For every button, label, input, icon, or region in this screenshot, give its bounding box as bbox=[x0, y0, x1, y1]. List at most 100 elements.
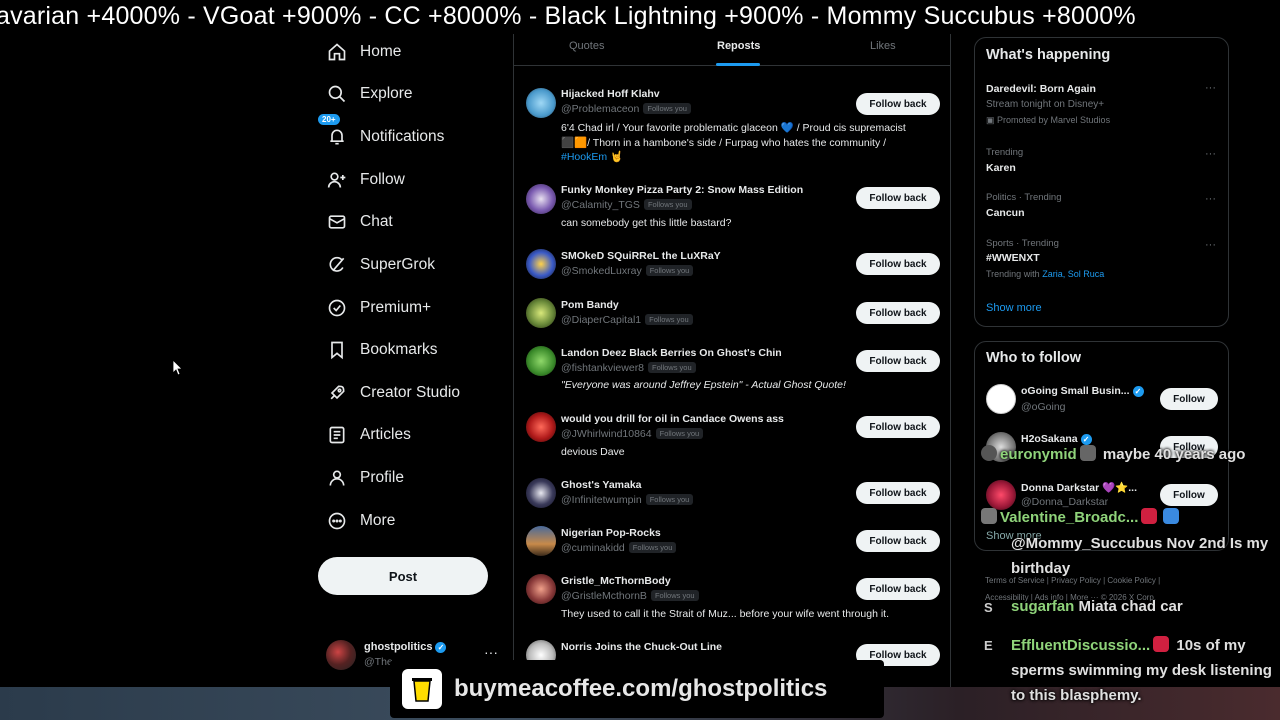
hashtag-link[interactable]: #HookEm bbox=[561, 151, 607, 163]
list-item[interactable]: Pom Bandy @DiaperCapital1 Follows you Fol… bbox=[514, 297, 950, 333]
chat-message: @Mommy_Succubus Nov 2nd Is my birthday bbox=[1011, 531, 1280, 581]
panel-title: What's happening bbox=[986, 47, 1111, 63]
follows-you-badge: Follows you bbox=[628, 542, 677, 553]
follow-back-button[interactable]: Follow back bbox=[856, 253, 940, 275]
user-name: SMOkeD SQuiRReL the LuXRaY bbox=[561, 250, 721, 262]
chat-avatar bbox=[981, 508, 997, 524]
follow-back-button[interactable]: Follow back bbox=[856, 187, 940, 209]
sidebar-item-bookmarks[interactable]: Bookmarks bbox=[318, 332, 438, 368]
user-name: would you drill for oil in Candace Owens… bbox=[561, 413, 784, 425]
follows-you-badge: Follows you bbox=[643, 103, 691, 114]
sidebar-item-profile[interactable]: Profile bbox=[318, 460, 404, 496]
follow-back-button[interactable]: Follow back bbox=[856, 578, 940, 600]
tab-quotes[interactable]: Quotes bbox=[569, 40, 604, 52]
follow-back-button[interactable]: Follow back bbox=[856, 302, 940, 324]
chat-badge-icon bbox=[1079, 445, 1096, 461]
sidebar-item-more[interactable]: More bbox=[318, 503, 395, 539]
more-dots-icon[interactable]: ··· bbox=[1205, 82, 1216, 94]
user-handle: @GristleMcthornB bbox=[561, 590, 647, 602]
more-dots-icon[interactable]: ··· bbox=[1205, 148, 1216, 160]
reposts-list: Quotes Reposts Likes Hijacked Hoff Klahv… bbox=[513, 34, 951, 687]
list-item[interactable]: Ghost's Yamaka @Infinitetwumpin Follows y… bbox=[514, 477, 950, 513]
avatar bbox=[526, 478, 556, 508]
follow-back-button[interactable]: Follow back bbox=[856, 482, 940, 504]
chat-username: euronymid bbox=[1000, 446, 1077, 463]
follow-button[interactable]: Follow bbox=[1160, 388, 1218, 410]
follows-you-badge: Follows you bbox=[650, 590, 699, 601]
chat-text: maybe 40 years ago bbox=[1098, 446, 1246, 463]
article-icon bbox=[324, 422, 350, 448]
sidebar-item-label: Notifications bbox=[360, 128, 445, 145]
follow-back-button[interactable]: Follow back bbox=[856, 350, 940, 372]
more-dots-icon[interactable]: ··· bbox=[1205, 239, 1216, 251]
sidebar-item-chat[interactable]: Chat bbox=[318, 204, 393, 240]
more-dots-icon[interactable]: ··· bbox=[1205, 193, 1216, 205]
more-dots-icon[interactable]: ··· bbox=[484, 644, 498, 660]
mouse-cursor-icon bbox=[173, 360, 183, 376]
avatar bbox=[526, 88, 556, 118]
trend-title[interactable]: Cancun bbox=[986, 207, 1025, 219]
sidebar-item-home[interactable]: Home bbox=[318, 34, 401, 70]
account-name: ghostpolitics bbox=[364, 641, 433, 653]
user-bio: 6'4 Chad irl / Your favorite problematic… bbox=[561, 122, 906, 163]
list-item[interactable]: Landon Deez Black Berries On Ghost's Chi… bbox=[514, 345, 950, 397]
user-bio: They used to call it the Strait of Muz..… bbox=[561, 608, 889, 620]
rocket-icon bbox=[324, 380, 350, 406]
avatar bbox=[526, 184, 556, 214]
tab-likes[interactable]: Likes bbox=[870, 40, 896, 52]
sidebar-item-label: Follow bbox=[360, 171, 405, 188]
follow-back-button[interactable]: Follow back bbox=[856, 93, 940, 115]
list-item[interactable]: Nigerian Pop-Rocks @cuminakidd Follows yo… bbox=[514, 525, 950, 561]
sidebar-item-articles[interactable]: Articles bbox=[318, 417, 411, 453]
sidebar-item-label: Premium+ bbox=[360, 299, 432, 316]
list-item[interactable]: Funky Monkey Pizza Party 2: Snow Mass Ed… bbox=[514, 182, 950, 234]
chat-badge-icon bbox=[1141, 508, 1158, 524]
post-button[interactable]: Post bbox=[318, 557, 488, 595]
trend-title[interactable]: Daredevil: Born Again bbox=[986, 83, 1096, 95]
follows-you-badge: Follows you bbox=[645, 314, 693, 325]
chat-message: EffluentDiscussio... 10s of my sperms sw… bbox=[1011, 633, 1276, 708]
chat-username: Valentine_Broadc... bbox=[1000, 509, 1139, 526]
chat-badge-icon bbox=[1153, 636, 1170, 652]
search-icon bbox=[324, 81, 350, 107]
user-handle: @fishtankviewer8 bbox=[561, 362, 645, 374]
show-more-link[interactable]: Show more bbox=[986, 302, 1042, 314]
follow-back-button[interactable]: Follow back bbox=[856, 416, 940, 438]
user-handle: @JWhirlwind10864 bbox=[561, 428, 652, 440]
user-bio: devious Dave bbox=[561, 446, 625, 458]
user-name: Funky Monkey Pizza Party 2: Snow Mass Ed… bbox=[561, 184, 804, 196]
list-item[interactable]: would you drill for oil in Candace Owens… bbox=[514, 411, 950, 463]
chat-avatar-initial: E bbox=[984, 638, 993, 653]
avatar bbox=[526, 298, 556, 328]
sidebar-item-label: Bookmarks bbox=[360, 341, 438, 358]
sidebar-item-creator-studio[interactable]: Creator Studio bbox=[318, 375, 460, 411]
sidebar-item-supergrok[interactable]: SuperGrok bbox=[318, 247, 435, 283]
list-item[interactable]: Hijacked Hoff Klahv @Problemaceon Follows… bbox=[514, 86, 950, 170]
person-icon bbox=[324, 465, 350, 491]
chat-avatar-initial: S bbox=[984, 600, 993, 615]
sidebar-item-label: Home bbox=[360, 43, 402, 60]
bookmark-icon bbox=[324, 337, 350, 363]
trend-related-link[interactable]: Zaria, Sol Ruca bbox=[1042, 269, 1104, 279]
sidebar-item-explore[interactable]: Explore bbox=[318, 76, 413, 112]
follows-you-badge: Follows you bbox=[645, 265, 694, 276]
list-item[interactable]: SMOkeD SQuiRReL the LuXRaY @SmokedLuxray… bbox=[514, 248, 950, 284]
sidebar-item-follow[interactable]: Follow bbox=[318, 162, 405, 198]
tab-reposts[interactable]: Reposts bbox=[717, 40, 760, 52]
user-bio: can somebody get this little bastard? bbox=[561, 217, 732, 229]
sidebar-item-premium[interactable]: Premium+ bbox=[318, 290, 431, 326]
chat-text: @Mommy_Succubus Nov 2nd Is my birthday bbox=[1011, 535, 1269, 577]
follows-you-badge: Follows you bbox=[655, 428, 704, 439]
follow-back-button[interactable]: Follow back bbox=[856, 530, 940, 552]
avatar bbox=[326, 640, 356, 670]
chat-message: sugarfan Miata chad car bbox=[1011, 594, 1280, 619]
trend-meta: Politics · Trending bbox=[986, 192, 1062, 203]
sidebar-item-notifications[interactable]: 20+ Notifications bbox=[318, 114, 445, 155]
sidebar-item-label: More bbox=[360, 512, 396, 529]
user-name: Ghost's Yamaka bbox=[561, 479, 642, 491]
trend-title[interactable]: Karen bbox=[986, 162, 1016, 174]
trend-title[interactable]: #WWENXT bbox=[986, 252, 1040, 264]
list-item[interactable]: Gristle_McThornBody @GristleMcthornB Foll… bbox=[514, 573, 950, 625]
follow-button[interactable]: Follow bbox=[1160, 484, 1218, 506]
sidebar-item-label: SuperGrok bbox=[360, 256, 435, 273]
